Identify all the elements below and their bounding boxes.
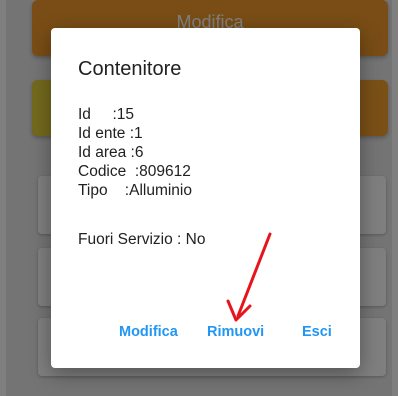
field-codice: Codice :809612: [78, 163, 191, 180]
dialog-title: Contenitore: [78, 58, 182, 80]
modifica-button[interactable]: Modifica: [119, 324, 178, 340]
field-id-area: Id area :6: [78, 144, 144, 161]
dialog-actions: Modifica Rimuovi Esci: [51, 324, 360, 348]
contenitore-dialog: Contenitore Id :15 Id ente :1 Id area :6…: [51, 28, 360, 368]
rimuovi-button[interactable]: Rimuovi: [207, 324, 264, 340]
field-id: Id :15: [78, 106, 135, 123]
field-tipo: Tipo :Alluminio: [78, 182, 192, 199]
field-id-ente: Id ente :1: [78, 125, 143, 142]
field-fuori-servizio: Fuori Servizio : No: [78, 231, 206, 248]
esci-button[interactable]: Esci: [302, 324, 332, 340]
